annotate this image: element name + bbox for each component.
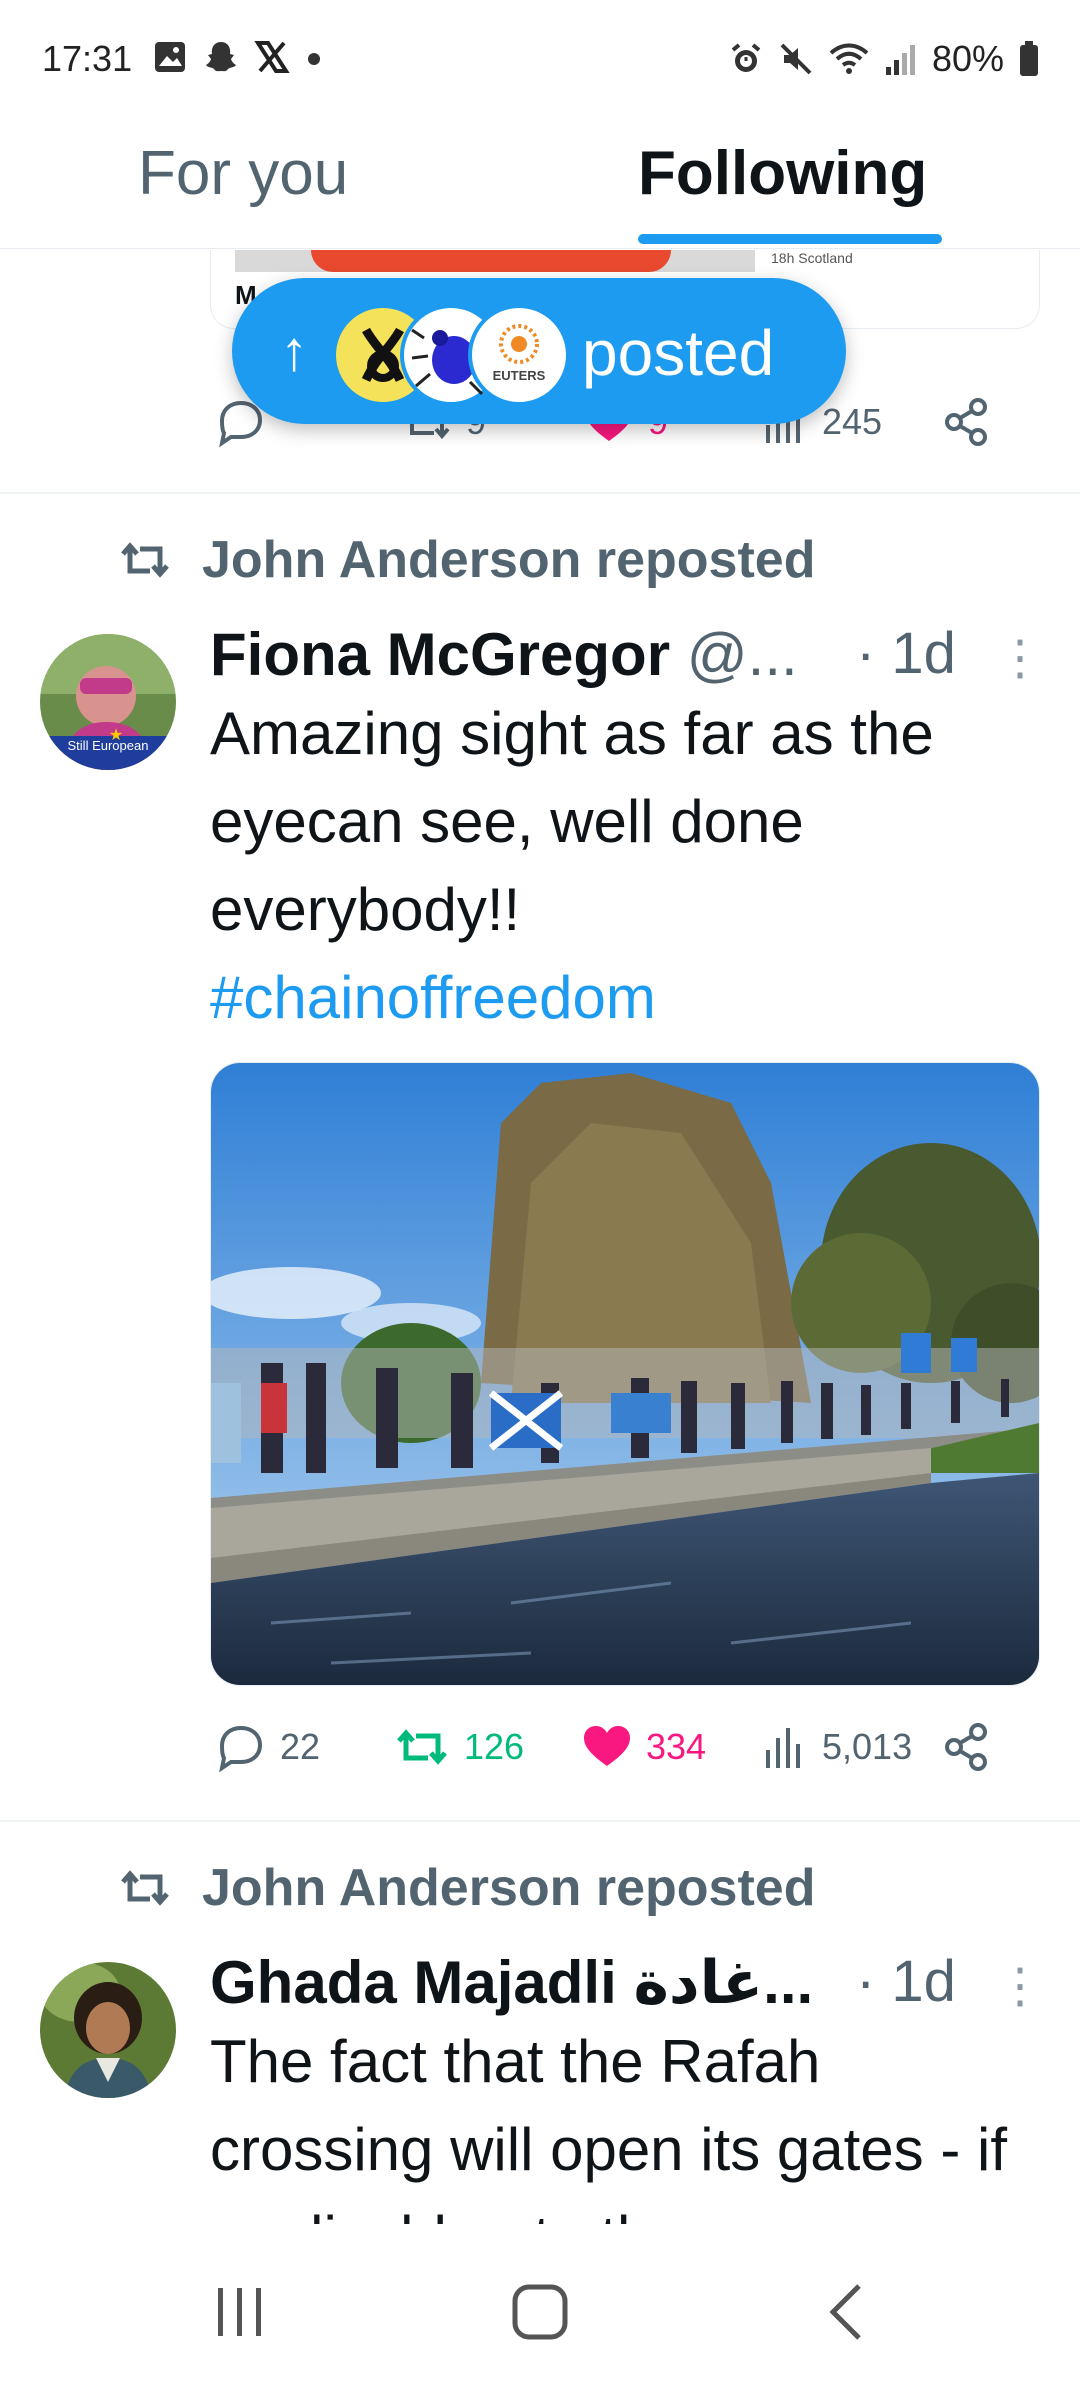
tweet-divider — [0, 1820, 1080, 1822]
link-card-image-subject — [311, 250, 671, 272]
tab-following[interactable]: Following — [638, 138, 927, 209]
repost-text: John Anderson reposted — [202, 531, 816, 589]
heart-filled-icon — [584, 1726, 630, 1766]
share-button[interactable] — [940, 1720, 994, 1774]
battery-icon — [1020, 41, 1038, 76]
repost-indicator[interactable]: John Anderson reposted — [118, 530, 815, 590]
svg-text:★: ★ — [109, 727, 123, 744]
reply-icon — [219, 1725, 263, 1773]
tweet-time[interactable]: · 1d — [856, 620, 956, 687]
retweet-icon — [121, 542, 169, 578]
retweet-count: 126 — [464, 1726, 525, 1767]
share-button[interactable] — [940, 395, 994, 449]
reply-count: 22 — [280, 1726, 321, 1767]
system-status: 80% — [728, 38, 1040, 80]
notification-icons — [152, 38, 324, 76]
back-icon — [829, 2284, 861, 2340]
views-icon — [766, 1728, 800, 1768]
status-time: 17:31 — [42, 38, 133, 79]
pill-avatar-reuters: EUTERS — [468, 304, 570, 406]
like-button[interactable]: 334 — [580, 1720, 706, 1774]
views-count: 5,013 — [822, 1726, 913, 1767]
recent-apps-icon — [218, 2288, 261, 2336]
home-button[interactable] — [460, 2224, 620, 2400]
like-count: 334 — [646, 1726, 707, 1767]
status-bar: 17:31 80% — [0, 0, 1080, 120]
battery-percent: 80% — [931, 38, 1004, 79]
home-icon — [512, 2284, 568, 2340]
posted-label: posted — [582, 317, 775, 389]
repost-indicator[interactable]: John Anderson reposted — [118, 1858, 815, 1918]
views-count: 245 — [822, 401, 883, 442]
share-icon — [945, 1723, 987, 1771]
arrow-up-icon: ↑ — [280, 319, 308, 382]
repost-text: John Anderson reposted — [202, 1859, 816, 1917]
mute-icon — [780, 43, 812, 75]
recent-apps-button[interactable] — [160, 2224, 320, 2400]
retweet-icon — [397, 1729, 447, 1765]
tweet-time[interactable]: · 1d — [856, 1948, 956, 2015]
tab-for-you[interactable]: For you — [138, 138, 348, 209]
hashtag-link[interactable]: #chainoffreedom — [210, 964, 656, 1031]
tweet-photo[interactable] — [210, 1062, 1040, 1686]
system-nav-bar — [0, 2224, 1080, 2400]
avatar[interactable] — [40, 1962, 176, 2098]
more-options-icon[interactable]: ⋮ — [996, 630, 1044, 686]
tweet-author[interactable]: Fiona McGregor @... — [210, 620, 798, 689]
retweet-icon — [121, 1870, 169, 1906]
gallery-icon — [155, 42, 185, 72]
more-options-icon[interactable]: ⋮ — [996, 1958, 1044, 2014]
views-button[interactable]: 5,013 — [762, 1720, 912, 1774]
back-button[interactable] — [766, 2224, 926, 2400]
new-posts-pill[interactable]: ↑ EUTERS posted — [232, 278, 846, 424]
avatar[interactable]: Still European ★ — [40, 634, 176, 770]
dot-icon — [308, 53, 320, 65]
alarm-icon — [731, 43, 761, 72]
tweet-text: Amazing sight as far as the eyecan see, … — [210, 690, 1030, 1042]
author-name: Fiona McGregor — [210, 621, 671, 688]
reuters-wordmark: EUTERS — [493, 368, 546, 383]
tweet-body: Amazing sight as far as the eyecan see, … — [210, 700, 934, 943]
x-logo-icon — [254, 41, 290, 73]
wifi-icon — [829, 43, 869, 74]
active-tab-indicator — [638, 234, 942, 244]
link-card-meta: 18h Scotland — [771, 250, 853, 266]
reply-button[interactable]: 22 — [214, 1720, 320, 1774]
author-name: Ghada Majadli غادة... — [210, 1949, 814, 2016]
tweet-author[interactable]: Ghada Majadli غادة... — [210, 1948, 813, 2018]
snapchat-icon — [206, 42, 236, 72]
retweet-button[interactable]: 126 — [394, 1720, 524, 1774]
timeline-tabs: For you Following — [0, 120, 1080, 249]
author-handle: @... — [686, 621, 798, 688]
tweet-divider — [0, 492, 1080, 494]
share-icon — [945, 398, 987, 446]
tweet-body: The fact that the Rafah crossing will op… — [210, 2028, 1007, 2224]
tweet-text: The fact that the Rafah crossing will op… — [210, 2018, 1030, 2224]
signal-icon — [885, 45, 915, 75]
